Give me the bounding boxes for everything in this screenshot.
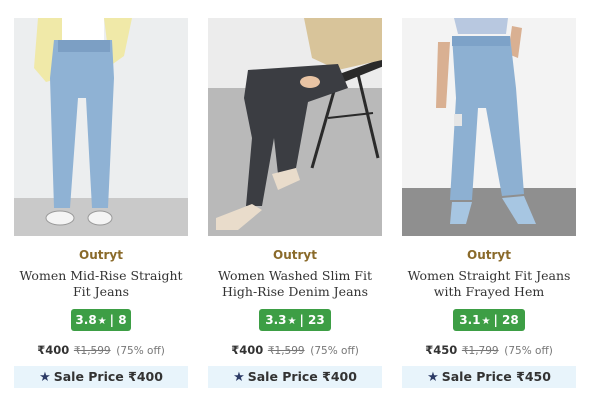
rating-badge: 3.3★ | 23 <box>259 309 331 331</box>
sale-price-banner: ★ Sale Price ₹400 <box>208 366 382 388</box>
jeans-model-seated-photo <box>208 18 382 236</box>
discount-percent: (75% off) <box>310 345 359 357</box>
rating-value: 3.1 <box>459 313 481 327</box>
review-count: 8 <box>118 313 127 327</box>
product-title-line-2[interactable]: Fit Jeans <box>14 284 188 300</box>
price-row: ₹400 ₹1,599 (75% off) <box>14 343 188 357</box>
jeans-model-standing-photo <box>14 18 188 236</box>
original-price: ₹1,799 <box>461 345 499 357</box>
rating-badge: 3.1★ | 28 <box>453 309 525 331</box>
discount-percent: (75% off) <box>504 345 553 357</box>
original-price: ₹1,599 <box>267 345 305 357</box>
sale-price-label: Sale Price ₹400 <box>247 369 357 384</box>
brand-name[interactable]: Outryt <box>402 248 576 262</box>
product-title-line-1[interactable]: Women Washed Slim Fit <box>208 268 382 284</box>
sale-price-label: Sale Price ₹400 <box>53 369 163 384</box>
product-card[interactable]: Outryt Women Mid-Rise Straight Fit Jeans… <box>14 18 188 390</box>
product-image[interactable] <box>402 18 576 236</box>
discount-percent: (75% off) <box>116 345 165 357</box>
sale-price-label: Sale Price ₹450 <box>441 369 551 384</box>
sale-price: ₹400 <box>231 343 264 357</box>
product-image[interactable] <box>14 18 188 236</box>
product-title-line-1[interactable]: Women Straight Fit Jeans <box>402 268 576 284</box>
rating-separator: | <box>109 313 115 327</box>
product-card[interactable]: Outryt Women Washed Slim Fit High-Rise D… <box>208 18 382 390</box>
sale-price-banner: ★ Sale Price ₹450 <box>402 366 576 388</box>
sale-price: ₹400 <box>37 343 70 357</box>
product-title[interactable]: Women Mid-Rise Straight Fit Jeans <box>14 268 188 300</box>
review-count: 23 <box>308 313 325 327</box>
sale-price: ₹450 <box>425 343 458 357</box>
rating-badge: 3.8★ | 8 <box>71 309 131 331</box>
star-icon: ★ <box>427 370 439 385</box>
price-row: ₹450 ₹1,799 (75% off) <box>402 343 576 357</box>
star-icon: ★ <box>481 316 491 327</box>
product-card[interactable]: Outryt Women Straight Fit Jeans with Fra… <box>402 18 576 390</box>
sale-price-banner: ★ Sale Price ₹400 <box>14 366 188 388</box>
product-title[interactable]: Women Straight Fit Jeans with Frayed Hem <box>402 268 576 300</box>
rating-separator: | <box>299 313 304 327</box>
product-title[interactable]: Women Washed Slim Fit High-Rise Denim Je… <box>208 268 382 300</box>
star-icon: ★ <box>97 316 107 327</box>
product-title-line-2[interactable]: with Frayed Hem <box>402 284 576 300</box>
star-icon: ★ <box>287 316 297 327</box>
price-row: ₹400 ₹1,599 (75% off) <box>208 343 382 357</box>
product-title-line-1[interactable]: Women Mid-Rise Straight <box>14 268 188 284</box>
brand-name[interactable]: Outryt <box>14 248 188 262</box>
star-icon: ★ <box>39 370 51 385</box>
rating-value: 3.3 <box>265 313 287 327</box>
star-icon: ★ <box>233 370 245 385</box>
product-image[interactable] <box>208 18 382 236</box>
rating-separator: | <box>493 313 498 327</box>
product-title-line-2[interactable]: High-Rise Denim Jeans <box>208 284 382 300</box>
original-price: ₹1,599 <box>73 345 111 357</box>
review-count: 28 <box>502 313 519 327</box>
jeans-model-standing-photo <box>402 18 576 236</box>
rating-value: 3.8 <box>75 313 97 327</box>
brand-name[interactable]: Outryt <box>208 248 382 262</box>
